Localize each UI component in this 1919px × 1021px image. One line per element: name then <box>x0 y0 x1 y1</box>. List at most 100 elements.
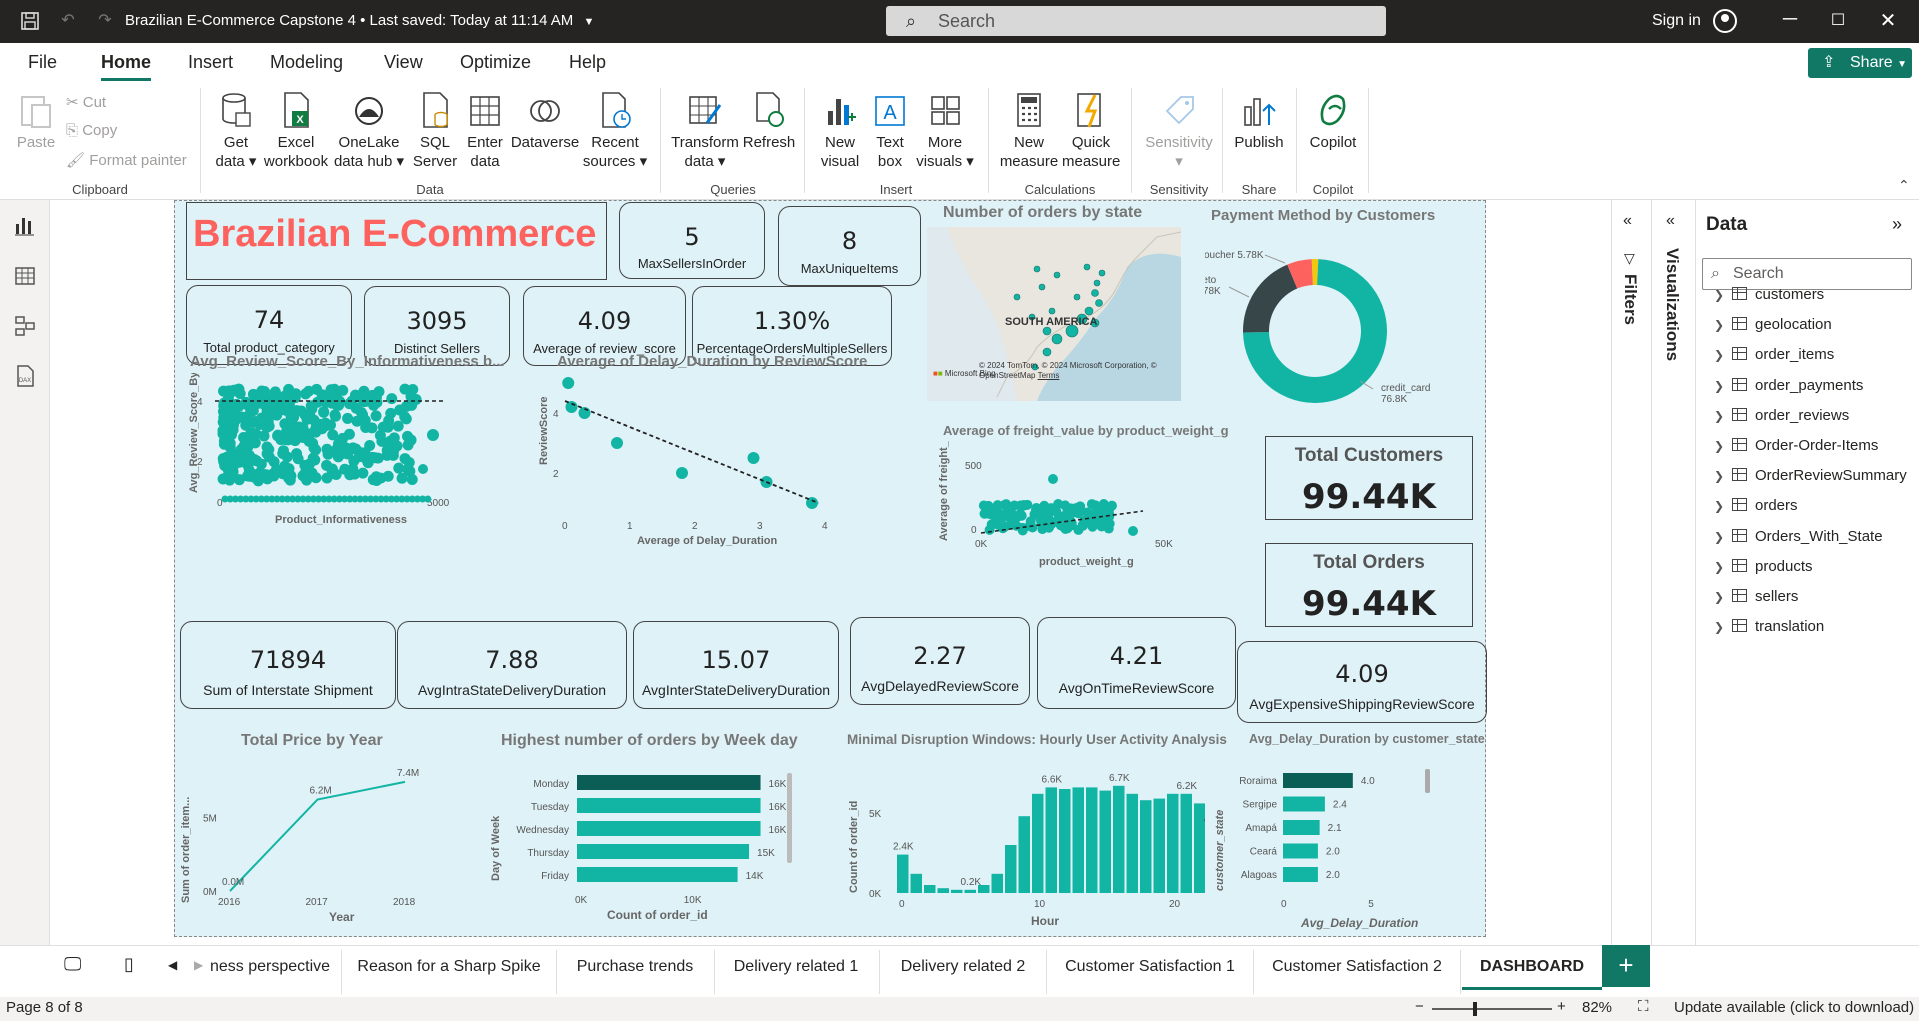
kpi-card-intrastate-duration[interactable]: 7.88 AvgIntraStateDeliveryDuration <box>397 621 627 709</box>
zoom-slider[interactable] <box>1432 1008 1552 1010</box>
hourly-activity-column-chart[interactable]: 2.4K0.2K6.6K6.7K6.2K4.1K010200K5KHourCou… <box>805 753 1205 933</box>
fit-to-page-icon[interactable]: ⛶ <box>1638 998 1649 1015</box>
total-orders-card[interactable]: Total Orders 99.44K <box>1265 543 1473 627</box>
payment-method-donut-chart[interactable]: credit_card76.8K boleto19.78K voucher 5.78… <box>1205 231 1465 431</box>
visualizations-pane[interactable]: « Visualizations <box>1651 200 1695 945</box>
table-view-icon[interactable] <box>13 264 37 288</box>
total-price-line-chart[interactable]: 0.0M 6.2M 7.4M 2016 2017 2018 5M 0M Year Sum of o… <box>175 753 465 923</box>
collapse-visualizations-icon[interactable]: « <box>1666 212 1675 230</box>
kpi-card-expensive-shipping-review[interactable]: 4.09 AvgExpensiveShippingReviewScore <box>1237 641 1487 723</box>
tab-insert[interactable]: Insert <box>188 52 233 73</box>
state-delay-bar-chart[interactable]: Roraima 4.0 Sergipe 2.4 Amapá 2.1 Ceará 2.0 Alag… <box>1205 753 1487 933</box>
tab-page-business-perspective[interactable]: ness perspective <box>210 958 330 976</box>
tab-page-delivery-2[interactable]: Delivery related 2 <box>881 958 1045 976</box>
recent-sources-button[interactable]: Recent sources ▾ <box>580 91 650 171</box>
get-data-button[interactable]: Get data ▾ <box>210 91 262 171</box>
freight-weight-scatter[interactable]: 500 0 0K 50K Average of freight_... product_w… <box>903 441 1193 571</box>
new-measure-button[interactable]: New measure <box>996 91 1062 171</box>
filters-pane[interactable]: « ▽ Filters <box>1611 200 1651 945</box>
collapse-data-pane-icon[interactable]: » <box>1892 214 1902 235</box>
table-item-order-items[interactable]: ❯ order_items <box>1714 346 1834 370</box>
tab-home[interactable]: Home <box>101 52 152 81</box>
redo-icon[interactable]: ↷ <box>95 11 115 31</box>
table-item-orders-with-state[interactable]: ❯ Orders_With_State <box>1714 528 1883 552</box>
new-visual-button[interactable]: New visual <box>814 91 866 171</box>
total-customers-card[interactable]: Total Customers 99.44K <box>1265 436 1473 520</box>
tab-page-dashboard[interactable]: DASHBOARD <box>1462 954 1602 990</box>
tab-page-purchase-trends[interactable]: Purchase trends <box>558 958 712 976</box>
tab-page-customer-satisfaction-1[interactable]: Customer Satisfaction 1 <box>1048 958 1252 976</box>
sql-server-button[interactable]: SQL Server <box>410 91 460 171</box>
next-page-icon[interactable]: ▶ <box>194 958 203 972</box>
update-available-link[interactable]: Update available (click to download) <box>1674 999 1914 1016</box>
kpi-card-max-unique-items[interactable]: 8 MaxUniqueItems <box>778 206 921 286</box>
table-item-sellers[interactable]: ❯ sellers <box>1714 588 1798 612</box>
table-item-order-order-items[interactable]: ❯ Order-Order-Items <box>1714 437 1878 461</box>
sign-in-link[interactable]: Sign in <box>1652 12 1701 30</box>
report-title-box[interactable]: Brazilian E-Commerce <box>186 202 607 280</box>
tab-file[interactable]: File <box>28 52 57 73</box>
tab-modeling[interactable]: Modeling <box>270 52 343 73</box>
kpi-card-ontime-review[interactable]: 4.21 AvgOnTimeReviewScore <box>1037 617 1236 709</box>
prev-page-icon[interactable]: ◀ <box>168 958 177 972</box>
orders-by-state-map[interactable]: SOUTH AMERICA ■■ Microsoft Bing © 2024 T… <box>927 227 1181 401</box>
chevron-down-icon[interactable]: ▼ <box>583 16 594 28</box>
close-icon[interactable]: ✕ <box>1873 8 1903 33</box>
minimize-icon[interactable]: ─ <box>1775 8 1805 31</box>
table-item-order-payments[interactable]: ❯ order_payments <box>1714 377 1863 401</box>
onelake-data-hub-button[interactable]: OneLake data hub ▾ <box>332 91 406 171</box>
maximize-icon[interactable]: ☐ <box>1823 10 1853 30</box>
dataverse-button[interactable]: Dataverse <box>510 91 580 152</box>
search-box[interactable]: ⌕ Search <box>886 6 1386 36</box>
sensitivity-button[interactable]: Sensitivity ▾ <box>1138 91 1220 171</box>
avatar-icon[interactable] <box>1713 9 1737 33</box>
excel-workbook-button[interactable]: X Excel workbook <box>262 91 330 171</box>
share-button[interactable]: ⇪ Share ▼ <box>1808 48 1912 78</box>
map-terms-link[interactable]: Terms <box>1038 371 1060 380</box>
text-box-button[interactable]: A Text box <box>866 91 914 171</box>
table-item-translation[interactable]: ❯ translation <box>1714 618 1824 642</box>
transform-data-button[interactable]: Transform data ▾ <box>668 91 742 171</box>
enter-data-button[interactable]: Enter data <box>460 91 510 171</box>
save-icon[interactable] <box>20 11 40 31</box>
cut-button[interactable]: ✂ Cut <box>66 93 106 111</box>
table-item-customers[interactable]: ❯ customers <box>1714 286 1824 310</box>
weekday-orders-bar-chart[interactable]: Monday 16K Tuesday 16K Wednesday 16K Thursday 1… <box>465 753 795 933</box>
tab-help[interactable]: Help <box>569 52 606 73</box>
collapse-filters-icon[interactable]: « <box>1623 212 1632 230</box>
review-informativeness-scatter[interactable]: 420 5000Product_InformativenessAvg_Review… <box>175 373 495 531</box>
kpi-card-interstate-shipment[interactable]: 71894 Sum of Interstate Shipment <box>180 621 396 709</box>
collapse-ribbon-icon[interactable]: ⌃ <box>1898 177 1910 194</box>
add-page-button[interactable]: + <box>1602 945 1650 987</box>
kpi-card-delayed-review[interactable]: 2.27 AvgDelayedReviewScore <box>850 617 1030 705</box>
table-item-order-reviews[interactable]: ❯ order_reviews <box>1714 407 1849 431</box>
delay-review-scatter[interactable]: 240 1 2 3 4ReviewScoreAverage of Delay_Durat… <box>515 373 895 549</box>
desktop-layout-icon[interactable]: 🖵 <box>64 954 81 975</box>
kpi-card-interstate-duration[interactable]: 15.07 AvgInterStateDeliveryDuration <box>633 621 839 709</box>
refresh-button[interactable]: Refresh <box>742 91 796 152</box>
document-title[interactable]: Brazilian E-Commerce Capstone 4 • Last s… <box>125 12 594 29</box>
tab-view[interactable]: View <box>384 52 423 73</box>
table-item-products[interactable]: ❯ products <box>1714 558 1813 582</box>
more-visuals-button[interactable]: More visuals ▾ <box>916 91 974 171</box>
tab-optimize[interactable]: Optimize <box>460 52 531 73</box>
format-painter-button[interactable]: 🖌 Format painter <box>66 151 187 169</box>
table-item-geolocation[interactable]: ❯ geolocation <box>1714 316 1832 340</box>
tab-page-delivery-1[interactable]: Delivery related 1 <box>716 958 876 976</box>
report-view-icon[interactable] <box>13 214 37 238</box>
copy-button[interactable]: ⎘ Copy <box>66 122 117 139</box>
table-item-orderreviewsummary[interactable]: ❯ OrderReviewSummary <box>1714 467 1907 491</box>
tab-page-customer-satisfaction-2[interactable]: Customer Satisfaction 2 <box>1255 958 1459 976</box>
quick-measure-button[interactable]: Quick measure <box>1062 91 1120 171</box>
undo-icon[interactable]: ↶ <box>58 11 78 31</box>
copilot-button[interactable]: Copilot <box>1304 91 1362 152</box>
dax-query-view-icon[interactable]: DAX <box>13 364 37 388</box>
table-item-orders[interactable]: ❯ orders <box>1714 497 1798 521</box>
mobile-layout-icon[interactable]: ▯ <box>124 954 134 975</box>
zoom-in-button[interactable]: + <box>1557 998 1566 1015</box>
zoom-slider-handle[interactable] <box>1473 1002 1477 1016</box>
kpi-card-max-sellers[interactable]: 5 MaxSellersInOrder <box>619 202 765 279</box>
zoom-out-button[interactable]: − <box>1415 998 1424 1015</box>
tab-page-sharp-spike[interactable]: Reason for a Sharp Spike <box>344 958 554 976</box>
model-view-icon[interactable] <box>13 314 37 338</box>
